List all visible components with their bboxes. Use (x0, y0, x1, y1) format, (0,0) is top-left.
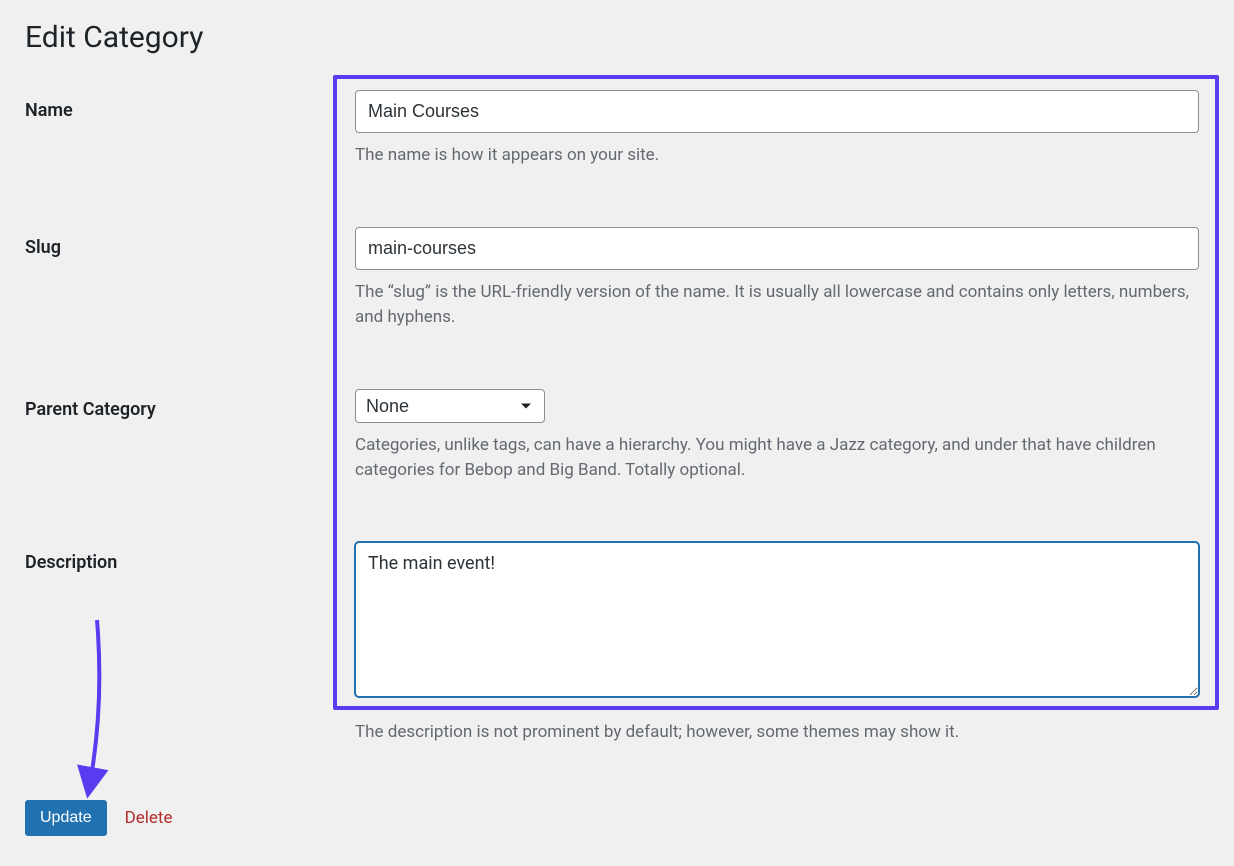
page-title: Edit Category (25, 20, 1209, 55)
slug-label: Slug (25, 227, 355, 258)
name-input[interactable] (355, 90, 1199, 133)
description-textarea[interactable]: The main event! (355, 542, 1199, 697)
name-description: The name is how it appears on your site. (355, 143, 1199, 169)
parent-category-select[interactable]: None (355, 389, 545, 423)
form-actions: Update Delete (25, 800, 1209, 836)
description-label: Description (25, 542, 355, 573)
slug-input[interactable] (355, 227, 1199, 270)
parent-category-label: Parent Category (25, 389, 355, 420)
parent-category-description: Categories, unlike tags, can have a hier… (355, 433, 1199, 484)
delete-link[interactable]: Delete (125, 808, 173, 828)
name-label: Name (25, 90, 355, 121)
description-help-text: The description is not prominent by defa… (355, 720, 1209, 746)
slug-description: The “slug” is the URL-friendly version o… (355, 280, 1199, 331)
update-button[interactable]: Update (25, 800, 107, 836)
